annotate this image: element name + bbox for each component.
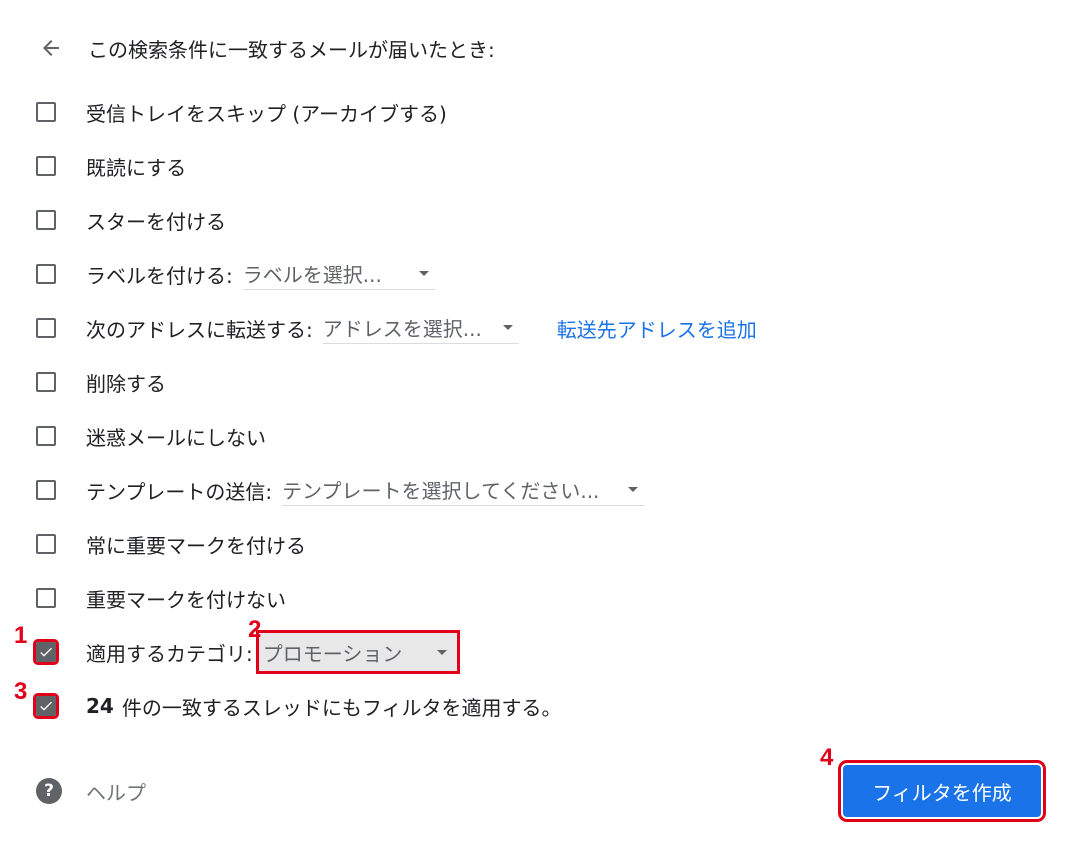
option-star: スターを付ける [36,204,226,236]
category-select-value: プロモーション [262,641,403,666]
checkbox-star[interactable] [36,210,56,230]
option-label: 迷惑メールにしない [86,425,266,450]
criteria-title: この検索条件に一致するメールが届いたとき: [88,37,495,62]
check-icon [40,701,52,711]
checkbox-never-spam[interactable] [36,426,56,446]
add-forwarding-address-link[interactable]: 転送先アドレスを追加 [557,314,757,343]
label-select-value: ラベルを選択... [242,263,382,287]
caret-down-icon [502,325,513,330]
template-select-value: テンプレートを選択してください... [282,479,600,503]
help-link[interactable]: ヘルプ [86,777,146,806]
option-label: 受信トレイをスキップ (アーカイブする) [86,101,447,126]
option-forward: 次のアドレスに転送する: アドレスを選択... 転送先アドレスを追加 [36,312,757,344]
option-label: 既読にする [86,155,187,180]
option-mark-read: 既読にする [36,150,186,182]
option-label: テンプレートの送信: [86,479,273,504]
arrow-left-icon [43,40,59,56]
option-send-template: テンプレートの送信: テンプレートを選択してください... [36,474,645,506]
help-circle-icon[interactable]: ? [36,778,62,804]
checkbox-skip-inbox[interactable] [36,102,56,122]
option-apply-existing: 24 件の一致するスレッドにもフィルタを適用する。 [33,690,562,722]
option-delete: 削除する [36,366,166,398]
option-label: スターを付ける [86,209,226,234]
checkbox-mark-read[interactable] [36,156,56,176]
checkbox-forward[interactable] [36,318,56,338]
checkbox-always-important[interactable] [36,534,56,554]
caret-down-icon [436,649,447,655]
option-always-important: 常に重要マークを付ける [36,528,306,560]
label-select[interactable]: ラベルを選択... [242,259,435,290]
option-category: 適用するカテゴリ: プロモーション [33,630,460,674]
option-never-spam: 迷惑メールにしない [36,420,266,452]
checkbox-never-important[interactable] [36,588,56,608]
caret-down-icon [628,487,639,492]
annotation-step-2: 2 [248,616,262,643]
option-apply-label: ラベルを付ける: ラベルを選択... [36,258,435,290]
matching-thread-count: 24 [86,694,114,718]
annotation-step-1: 1 [14,622,28,649]
checkbox-category[interactable] [33,639,59,665]
category-select[interactable]: プロモーション [255,630,460,674]
annotation-step-4: 4 [820,744,834,771]
option-label: 削除する [86,371,166,396]
address-select[interactable]: アドレスを選択... [322,313,519,344]
option-label: 重要マークを付けない [86,587,286,612]
help: ? ヘルプ [36,776,146,806]
address-select-value: アドレスを選択... [322,317,482,341]
apply-existing-label: 件の一致するスレッドにもフィルタを適用する。 [121,695,562,720]
checkbox-apply-label[interactable] [36,264,56,284]
option-skip-inbox: 受信トレイをスキップ (アーカイブする) [36,96,447,128]
option-label: 次のアドレスに転送する: [86,317,313,342]
option-label: 常に重要マークを付ける [86,533,306,558]
checkbox-delete[interactable] [36,372,56,392]
caret-down-icon [418,271,429,276]
checkbox-apply-existing[interactable] [33,693,59,719]
annotation-step-3: 3 [14,678,28,705]
create-filter-button[interactable]: フィルタを作成 [838,760,1046,822]
option-label: ラベルを付ける: [86,263,233,288]
back-button[interactable] [36,33,66,63]
option-label: 適用するカテゴリ: [86,641,253,666]
option-never-important: 重要マークを付けない [36,582,286,614]
checkbox-send-template[interactable] [36,480,56,500]
template-select[interactable]: テンプレートを選択してください... [282,475,645,506]
header: この検索条件に一致するメールが届いたとき: [36,30,495,66]
check-icon [40,647,52,657]
